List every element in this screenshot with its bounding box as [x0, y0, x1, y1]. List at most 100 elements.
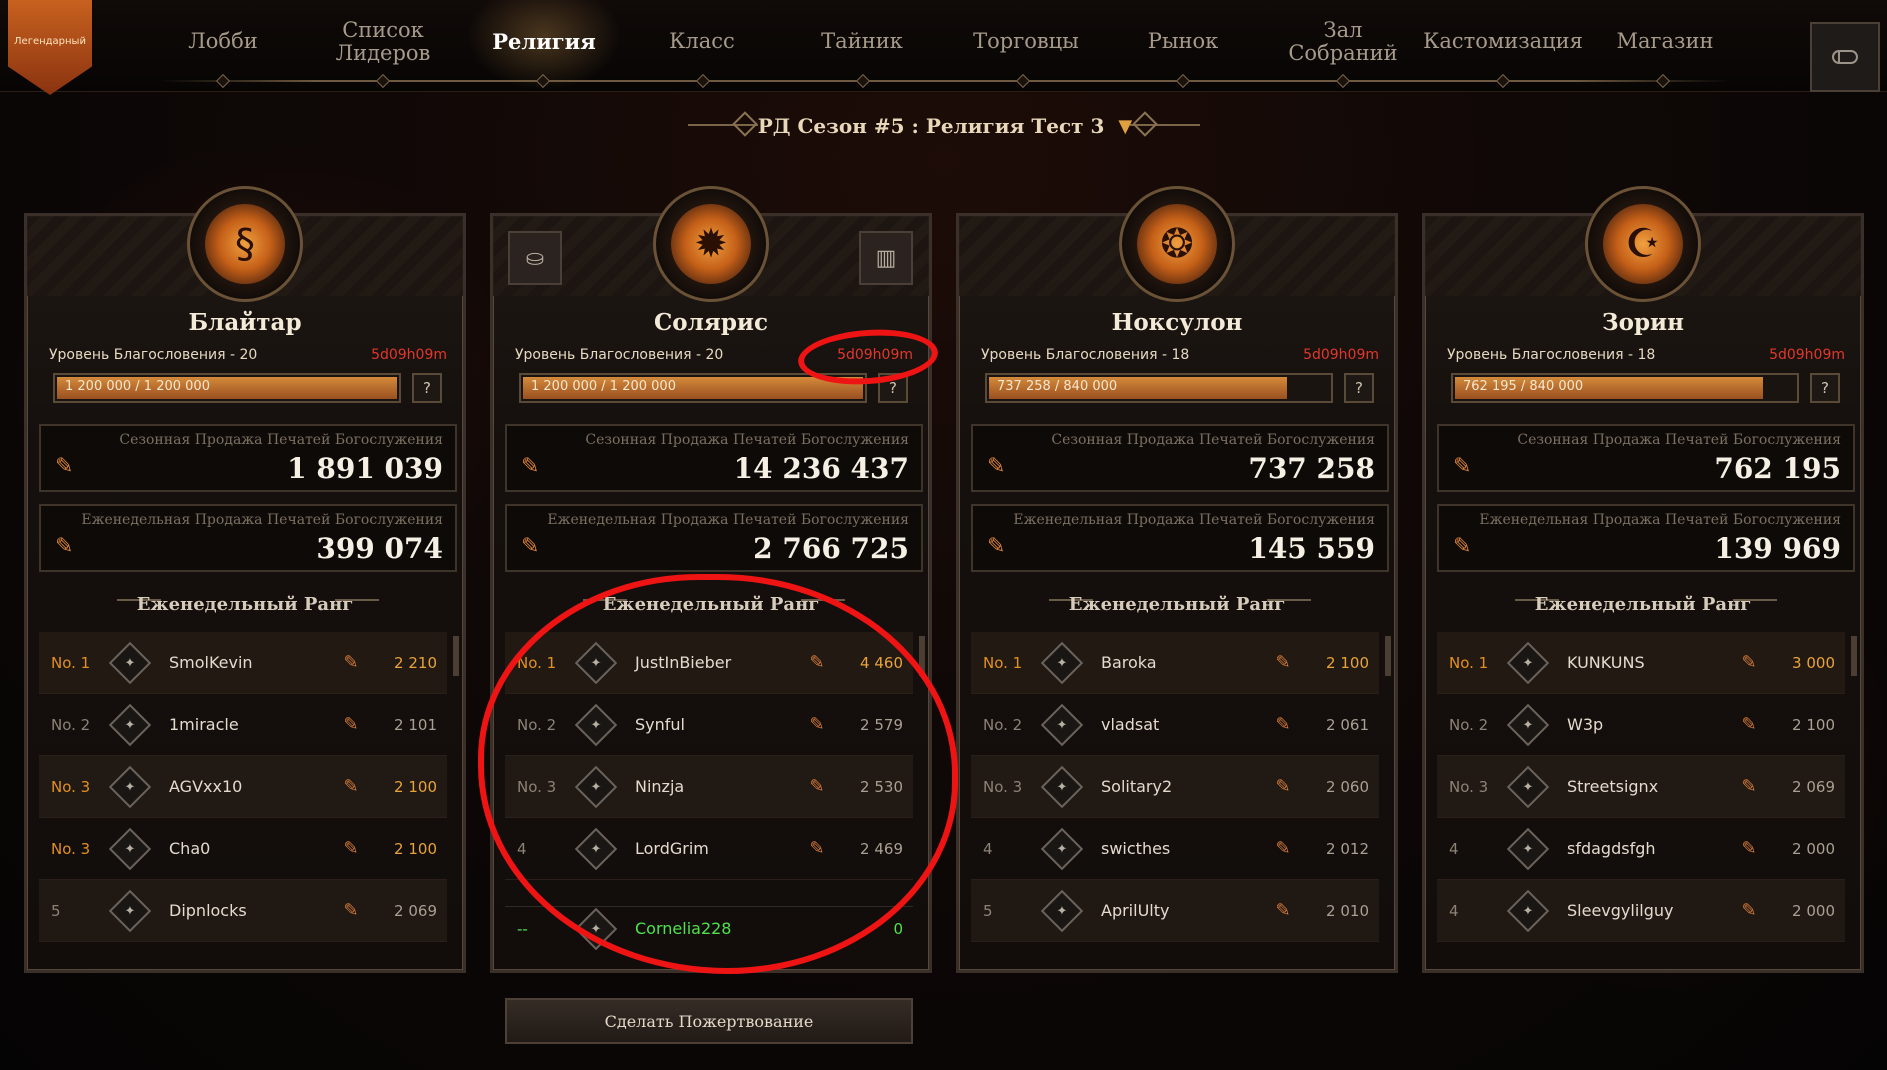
seal-icon: ✎ [1275, 652, 1291, 673]
tab-gathering-hall[interactable]: Зал Собраний [1282, 14, 1404, 70]
seal-icon: ✎ [1275, 900, 1291, 921]
ranking-scrollbar[interactable] [1385, 636, 1391, 676]
row-player-name: W3p [1567, 715, 1604, 734]
row-score: 0 [893, 919, 903, 938]
seal-icon: ✎ [343, 776, 359, 797]
ranking-row[interactable]: No. 2 ✦ 1miracle ✎ 2 101 [39, 694, 447, 756]
blessing-progress-bar: 737 258 / 840 000 [985, 373, 1333, 403]
tab-shop[interactable]: Магазин [1614, 22, 1716, 62]
season-selector[interactable]: РД Сезон #5 : Религия Тест 3 ▼ [690, 106, 1200, 146]
ranking-row[interactable]: 5 ✦ AprilUlty ✎ 2 010 [971, 880, 1379, 942]
ranking-row[interactable]: 4 ✦ LordGrim ✎ 2 469 [505, 818, 913, 880]
nav-dot [1495, 73, 1511, 89]
ranking-row[interactable]: 4 ✦ Sleevgylilguy ✎ 2 000 [1437, 880, 1845, 942]
own-ranking-row[interactable]: -- ✦ Cornelia228 0 [505, 906, 913, 950]
seal-icon: ✎ [1741, 838, 1757, 859]
tab-market[interactable]: Рынок [1140, 22, 1226, 62]
tab-customization[interactable]: Кастомизация [1423, 22, 1583, 62]
settings-corner-button[interactable] [1810, 22, 1880, 92]
row-player-name: sfdagdsfgh [1567, 839, 1656, 858]
weekly-sale-value: 139 969 [1714, 532, 1841, 565]
religion-panel-zorin: ☪ Зорин Уровень Благословения - 18 5d09h… [1422, 186, 1864, 973]
row-score: 2 100 [394, 839, 437, 858]
donate-button[interactable]: Сделать Пожертвование [505, 998, 913, 1044]
help-button[interactable]: ? [412, 373, 442, 403]
seal-icon: ✎ [55, 534, 74, 559]
row-player-name: vladsat [1101, 715, 1160, 734]
season-sale-value: 762 195 [1714, 452, 1841, 485]
nav-dot [215, 73, 231, 89]
blessing-level: Уровень Благословения - 18 [981, 347, 1190, 363]
ranking-row[interactable]: No. 3 ✦ Solitary2 ✎ 2 060 [971, 756, 1379, 818]
row-rank: No. 3 [983, 777, 1023, 796]
row-score: 2 000 [1792, 839, 1835, 858]
row-score: 2 101 [394, 715, 437, 734]
tab-leaderboard[interactable]: Список Лидеров [292, 18, 474, 64]
ranking-row[interactable]: No. 3 ✦ Streetsignx ✎ 2 069 [1437, 756, 1845, 818]
player-badge-icon: ✦ [1040, 765, 1084, 808]
player-badge-icon: ✦ [108, 827, 152, 870]
row-rank: No. 1 [983, 653, 1023, 672]
ranking-row[interactable]: No. 3 ✦ Ninzja ✎ 2 530 [505, 756, 913, 818]
row-player-name: AprilUlty [1101, 901, 1170, 920]
row-score: 2 530 [860, 777, 903, 796]
help-button[interactable]: ? [1344, 373, 1374, 403]
ranking-row[interactable]: No. 2 ✦ W3p ✎ 2 100 [1437, 694, 1845, 756]
ranking-scrollbar[interactable] [453, 636, 459, 676]
ranking-row[interactable]: 4 ✦ swicthes ✎ 2 012 [971, 818, 1379, 880]
chest-button[interactable]: ⛀ [508, 231, 562, 285]
tab-stash[interactable]: Тайник [816, 22, 908, 62]
row-score: 2 469 [860, 839, 903, 858]
row-score: 2 210 [394, 653, 437, 672]
scroll-icon [1832, 50, 1858, 64]
blessing-timer: 5d09h09m [371, 347, 447, 363]
ranking-row[interactable]: 5 ✦ Dipnlocks ✎ 2 069 [39, 880, 447, 942]
ranking-row[interactable]: No. 3 ✦ AGVxx10 ✎ 2 100 [39, 756, 447, 818]
tab-religion[interactable]: Религия [490, 22, 598, 62]
blessing-level: Уровень Благословения - 20 [49, 347, 258, 363]
statistics-button[interactable]: ▥ [859, 231, 913, 285]
row-player-name: Dipnlocks [169, 901, 247, 920]
ranking-row[interactable]: 4 ✦ sfdagdsfgh ✎ 2 000 [1437, 818, 1845, 880]
row-rank: No. 2 [1449, 715, 1489, 734]
ranking-row[interactable]: No. 1 ✦ KUNKUNS ✎ 3 000 [1437, 632, 1845, 694]
ranking-row[interactable]: No. 1 ✦ Baroka ✎ 2 100 [971, 632, 1379, 694]
chevron-down-icon: ▼ [1118, 115, 1133, 137]
blessing-level: Уровень Благословения - 18 [1447, 347, 1656, 363]
season-sale-value: 1 891 039 [287, 452, 443, 485]
ranking-scrollbar[interactable] [1851, 636, 1857, 676]
blessing-timer: 5d09h09m [837, 347, 913, 363]
row-player-name: Cornelia228 [635, 919, 732, 938]
help-button[interactable]: ? [1810, 373, 1840, 403]
blessing-timer: 5d09h09m [1769, 347, 1845, 363]
seal-icon: ✎ [343, 714, 359, 735]
chest-icon: ⛀ [525, 245, 545, 271]
row-player-name: LordGrim [635, 839, 709, 858]
tab-lobby[interactable]: Лобби [178, 22, 268, 62]
row-score: 3 000 [1792, 653, 1835, 672]
ranking-scrollbar[interactable] [919, 636, 925, 676]
row-rank: 5 [983, 901, 993, 920]
blessing-progress-bar: 762 195 / 840 000 [1451, 373, 1799, 403]
weekly-rank-title: Еженедельный Ранг [1068, 594, 1286, 615]
row-score: 4 460 [860, 653, 903, 672]
ranking-row[interactable]: No. 1 ✦ JustInBieber ✎ 4 460 [505, 632, 913, 694]
row-player-name: Streetsignx [1567, 777, 1659, 796]
ranking-row[interactable]: No. 2 ✦ vladsat ✎ 2 061 [971, 694, 1379, 756]
seal-icon: ✎ [809, 714, 825, 735]
religion-name: Зорин [1602, 309, 1684, 336]
row-score: 2 100 [394, 777, 437, 796]
rank-shield-badge[interactable]: Легендарный [8, 0, 92, 95]
ranking-row[interactable]: No. 1 ✦ SmolKevin ✎ 2 210 [39, 632, 447, 694]
help-button[interactable]: ? [878, 373, 908, 403]
row-rank: No. 2 [983, 715, 1023, 734]
ranking-row[interactable]: No. 3 ✦ Cha0 ✎ 2 100 [39, 818, 447, 880]
progress-text: 762 195 / 840 000 [1463, 379, 1584, 394]
tab-merchants[interactable]: Торговцы [966, 22, 1086, 62]
player-badge-icon: ✦ [1040, 641, 1084, 684]
row-rank: -- [517, 919, 528, 938]
ranking-row[interactable]: No. 2 ✦ Synful ✎ 2 579 [505, 694, 913, 756]
tab-class[interactable]: Класс [658, 22, 746, 62]
season-sale-label: Сезонная Продажа Печатей Богослужения [585, 432, 909, 448]
seal-icon: ✎ [809, 652, 825, 673]
